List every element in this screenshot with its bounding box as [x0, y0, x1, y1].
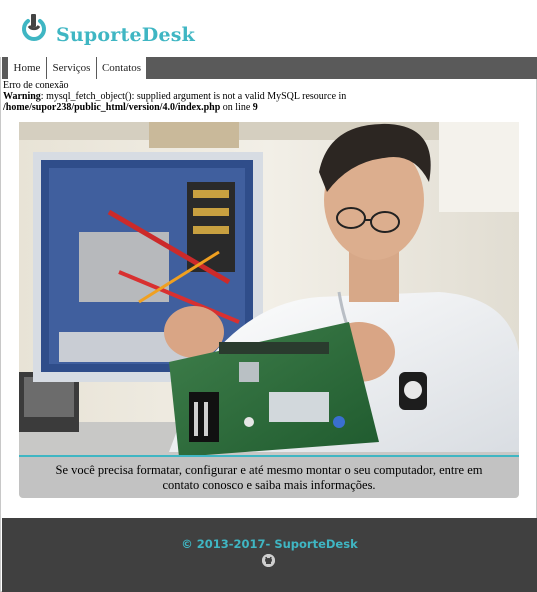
nav-contatos[interactable]: Contatos — [97, 57, 146, 79]
warning-text: : mysql_fetch_object(): supplied argumen… — [40, 91, 347, 102]
warning-path: /home/supor238/public_html/version/4.0/i… — [3, 102, 221, 113]
copyright-text: © 2013-2017- SuporteDesk — [181, 537, 358, 551]
site-footer: © 2013-2017- SuporteDesk — [2, 518, 537, 592]
connection-error: Erro de conexão — [3, 80, 69, 91]
error-messages: Erro de conexão Warning: mysql_fetch_obj… — [3, 80, 533, 113]
warning-label: Warning — [3, 91, 41, 102]
nav-servicos[interactable]: Serviços — [47, 57, 96, 79]
technician-photo — [19, 122, 519, 498]
hero-caption: Se você precisa formatar, configurar e a… — [19, 455, 519, 498]
power-button-icon[interactable] — [20, 12, 48, 44]
site-header: SuporteDesk — [0, 0, 537, 57]
main-nav: Home Serviços Contatos — [2, 57, 537, 79]
hero-image — [19, 122, 519, 498]
github-icon[interactable] — [262, 554, 275, 567]
php-warning-path: /home/supor238/public_html/version/4.0/i… — [3, 102, 533, 113]
brand-name[interactable]: SuporteDesk — [56, 24, 195, 46]
nav-home[interactable]: Home — [8, 57, 46, 79]
php-warning: Warning: mysql_fetch_object(): supplied … — [3, 91, 533, 102]
on-line-text: on line — [220, 102, 253, 113]
line-number: 9 — [252, 102, 258, 113]
